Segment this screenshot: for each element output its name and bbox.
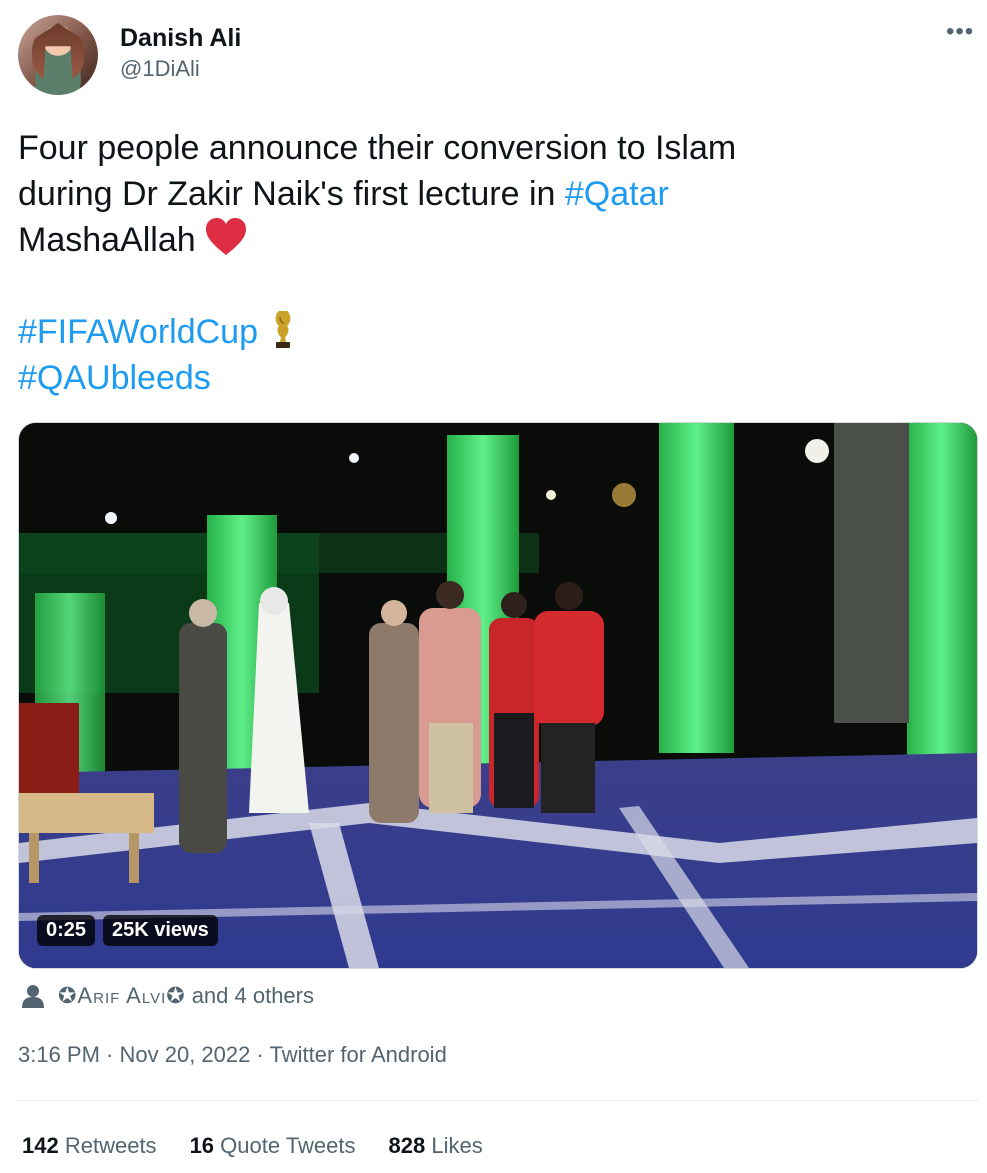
tweet-line-3: MashaAllah xyxy=(18,217,968,263)
quotes-count: 16 xyxy=(189,1133,215,1158)
tweet-line-3-text: MashaAllah xyxy=(18,221,196,259)
divider xyxy=(18,1100,978,1101)
likes-count: 828 xyxy=(388,1133,426,1158)
tweet-line-2: during Dr Zakir Naik's first lecture in … xyxy=(18,171,968,217)
tweet-timestamp-source[interactable]: 3:16 PM · Nov 20, 2022 · Twitter for And… xyxy=(18,1040,447,1070)
hashtag-qatar-link[interactable]: #Qatar xyxy=(565,175,669,213)
likes-stat[interactable]: 828 Likes xyxy=(389,1131,483,1161)
quotes-label: Quote Tweets xyxy=(220,1133,356,1158)
tweet-line-6: #QAUbleeds xyxy=(18,355,968,401)
tagged-others[interactable]: and 4 others xyxy=(192,982,314,1010)
tweet-line-5: #FIFAWorldCup xyxy=(18,309,968,355)
hashtag-fifaworldcup-link[interactable]: #FIFAWorldCup xyxy=(18,313,258,351)
tweet-text: Four people announce their conversion to… xyxy=(18,125,968,401)
hashtag-qaubleeds-link[interactable]: #QAUbleeds xyxy=(18,359,211,397)
author-handle[interactable]: @1DiAli xyxy=(120,56,200,82)
tagged-user-name[interactable]: ✪Arif Alvi✪ xyxy=(58,982,186,1010)
quote-tweets-stat[interactable]: 16 Quote Tweets xyxy=(190,1131,356,1161)
red-heart-icon xyxy=(205,218,246,255)
video-views-badge: 25K views xyxy=(103,915,218,946)
video-duration-badge: 0:25 xyxy=(37,915,96,946)
likes-label: Likes xyxy=(431,1133,483,1158)
tweet-line-2-text: during Dr Zakir Naik's first lecture in xyxy=(18,175,565,213)
person-icon xyxy=(22,985,44,1008)
author-avatar[interactable] xyxy=(18,15,98,95)
retweets-label: Retweets xyxy=(64,1133,157,1158)
retweets-stat[interactable]: 142 Retweets xyxy=(22,1131,157,1161)
tagged-users[interactable]: ✪Arif Alvi✪ and 4 others xyxy=(22,982,314,1010)
retweets-count: 142 xyxy=(22,1133,59,1158)
more-dots-icon[interactable]: ••• xyxy=(946,20,974,44)
video-player[interactable]: 0:25 25K views xyxy=(18,422,978,969)
tweet-stats: 142 Retweets 16 Quote Tweets 828 Likes xyxy=(22,1131,516,1161)
tweet-line-1: Four people announce their conversion to… xyxy=(18,129,737,167)
author-name[interactable]: Danish Ali xyxy=(120,24,241,52)
video-frame xyxy=(19,423,977,968)
trophy-icon xyxy=(275,311,291,348)
